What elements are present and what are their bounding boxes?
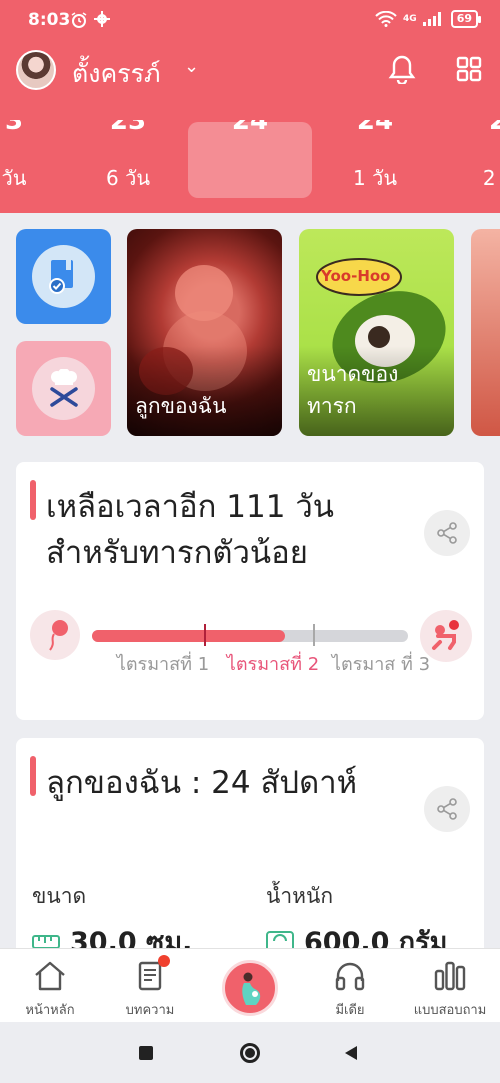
baby-card-title: ลูกของฉัน : 24 สัปดาห์ xyxy=(46,765,358,801)
nav-label: หน้าหลัก xyxy=(25,1003,75,1018)
nav-articles[interactable]: บทความ xyxy=(100,955,200,1020)
nav-home[interactable]: หน้าหลัก xyxy=(0,959,100,1020)
size-label: ขนาด xyxy=(32,884,87,908)
network-type: 4G xyxy=(403,14,417,24)
headphones-icon xyxy=(335,962,365,991)
recents-button[interactable] xyxy=(139,1046,153,1060)
progress-fill xyxy=(92,630,285,642)
share-icon xyxy=(437,798,457,820)
progress-tick xyxy=(204,624,206,646)
avatar[interactable] xyxy=(16,50,56,90)
share-icon xyxy=(437,522,457,544)
week-item[interactable]: 24 1 วัน xyxy=(335,120,415,194)
baby-size-tile[interactable]: Yoo-Hoo ขนาดของทารก xyxy=(299,229,454,436)
nav-label: มีเดีย xyxy=(335,1003,365,1018)
trimester-label-1: ไตรมาสที่ 1 xyxy=(116,654,210,675)
progress-track xyxy=(92,624,408,646)
nav-label: แบบสอบถาม xyxy=(413,1003,487,1018)
chevron-down-icon[interactable]: ⌄ xyxy=(184,56,199,77)
battery-indicator: 69 xyxy=(450,10,482,28)
book-check-icon xyxy=(49,260,73,294)
notification-bell-icon[interactable] xyxy=(388,54,416,84)
tile-label: ลูกของฉัน xyxy=(135,394,227,418)
home-button[interactable] xyxy=(240,1043,260,1063)
weight-label: น้ำหนัก xyxy=(266,884,334,908)
next-tile[interactable] xyxy=(471,229,500,436)
week-item[interactable]: 2 2 ว xyxy=(468,120,500,194)
alarm-icon xyxy=(71,12,87,28)
share-button[interactable] xyxy=(424,510,470,556)
pregnancy-icon xyxy=(242,972,261,1005)
status-bar: 8:03 4G 69 xyxy=(0,0,500,42)
back-button[interactable] xyxy=(344,1045,358,1061)
sperm-balloon-icon xyxy=(30,610,80,660)
wifi-icon xyxy=(375,11,397,27)
tile-label: ขนาดของทารก xyxy=(307,362,399,418)
settings-gear-icon xyxy=(94,11,110,27)
countdown-card: เหลือเวลาอีก 111 วัน สำหรับทารกตัวน้อย ไ… xyxy=(16,462,484,720)
trimester-label-3: ไตรมาส ที่ 3 xyxy=(331,654,431,675)
pregnancy-progress: ไตรมาสที่ 1 ไตรมาสที่ 2 ไตรมาส ที่ 3 xyxy=(16,610,484,710)
progress-tick xyxy=(313,624,315,646)
nav-media[interactable]: มีเดีย xyxy=(300,959,400,1020)
top-bar: ตั้งครรภ์ ⌄ xyxy=(0,48,500,94)
trimester-label-2: ไตรมาสที่ 2 xyxy=(226,654,320,675)
week-item[interactable]: 3 วัน xyxy=(0,120,34,194)
profile-name[interactable]: ตั้งครรภ์ xyxy=(72,54,161,94)
app-header: 8:03 4G 69 ตั้งครรภ์ ⌄ 3 วัน 23 6 วัน 24… xyxy=(0,0,500,213)
countdown-title: เหลือเวลาอีก 111 วัน สำหรับทารกตัวน้อย xyxy=(46,489,334,571)
week-item[interactable]: 23 6 วัน xyxy=(88,120,168,194)
nav-pregnancy-button[interactable] xyxy=(222,960,278,1016)
chef-utensils-icon xyxy=(50,369,78,407)
signal-icon xyxy=(422,12,441,26)
week-item-selected[interactable]: 24 xyxy=(210,120,290,162)
system-navigation-bar xyxy=(0,1022,500,1083)
tile-badge: Yoo-Hoo xyxy=(321,267,391,285)
status-time: 8:03 xyxy=(28,10,71,30)
nav-survey[interactable]: แบบสอบถาม xyxy=(400,959,500,1020)
share-button[interactable] xyxy=(424,786,470,832)
notification-dot xyxy=(158,955,170,967)
home-icon xyxy=(35,961,65,991)
baby-info-card: ลูกของฉัน : 24 สัปดาห์ ขนาด น้ำหนัก 30.0… xyxy=(16,738,484,968)
survey-icon xyxy=(434,961,466,991)
nav-label: บทความ xyxy=(125,1003,175,1018)
recipes-tile[interactable] xyxy=(16,341,111,436)
status-right: 4G 69 xyxy=(375,10,482,28)
diary-tile[interactable] xyxy=(16,229,111,324)
ruler-icon xyxy=(32,934,60,949)
grid-menu-icon[interactable] xyxy=(456,56,482,82)
week-selector[interactable]: 3 วัน 23 6 วัน 24 24 1 วัน 2 2 ว xyxy=(0,120,500,200)
my-baby-tile[interactable]: ลูกของฉัน xyxy=(127,229,282,436)
